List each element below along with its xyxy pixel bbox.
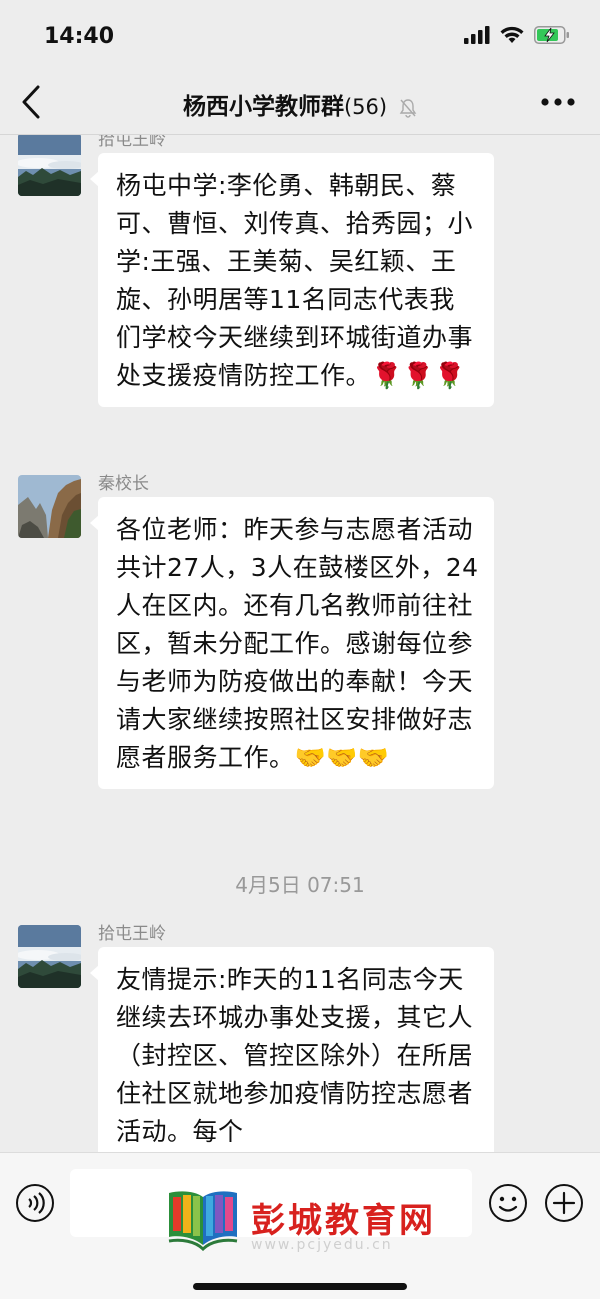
message-timestamp: 4月5日 07:51 bbox=[235, 873, 365, 897]
landscape-avatar-image bbox=[18, 925, 81, 988]
message-text: 友情提示:昨天的11名同志今天继续去环城办事处支援，其它人（封控区、管控区除外）… bbox=[116, 965, 474, 1146]
home-indicator[interactable] bbox=[193, 1283, 407, 1290]
signal-icon bbox=[464, 26, 490, 44]
wifi-icon bbox=[500, 26, 524, 43]
message-bubble[interactable]: 各位老师：昨天参与志愿者活动共计27人，3人在鼓楼区外，24人在区内。还有几名教… bbox=[90, 497, 494, 789]
avatar[interactable] bbox=[18, 135, 81, 196]
bell-off-icon bbox=[399, 98, 417, 118]
more-icon bbox=[541, 98, 575, 106]
book-logo-icon bbox=[168, 1191, 238, 1252]
voice-button[interactable] bbox=[15, 1183, 55, 1223]
message-bubble[interactable]: 杨屯中学:李伦勇、韩朝民、蔡可、曹恒、刘传真、拾秀园；小学:王强、王美菊、吴红颖… bbox=[90, 153, 494, 407]
sender-name: 拾屯王岭 bbox=[98, 135, 166, 150]
avatar[interactable] bbox=[18, 475, 81, 538]
chat-title: 杨西小学教师群(56) bbox=[0, 87, 600, 121]
plus-icon bbox=[545, 1184, 583, 1222]
emoji-icon bbox=[489, 1184, 527, 1222]
more-button[interactable] bbox=[538, 88, 578, 116]
avatar[interactable] bbox=[18, 925, 81, 988]
watermark-site-name: 彭城教育网 bbox=[251, 1201, 436, 1241]
landscape-avatar-image bbox=[18, 135, 81, 196]
watermark-url: www.pcjyedu.cn bbox=[251, 1237, 393, 1253]
message-text: 杨屯中学:李伦勇、韩朝民、蔡可、曹恒、刘传真、拾秀园；小学:王强、王美菊、吴红颖… bbox=[116, 171, 474, 390]
sender-name: 拾屯王岭 bbox=[98, 924, 166, 944]
battery-charging-icon bbox=[534, 26, 569, 44]
site-watermark: 彭城教育网 www.pcjyedu.cn bbox=[165, 1187, 445, 1253]
message-text: 各位老师：昨天参与志愿者活动共计27人，3人在鼓楼区外，24人在区内。还有几名教… bbox=[116, 515, 479, 772]
status-bar: 14:40 bbox=[0, 0, 600, 70]
voice-icon bbox=[16, 1184, 54, 1222]
group-name: 杨西小学教师群 bbox=[182, 94, 344, 120]
member-count: (56) bbox=[343, 95, 388, 119]
emoji-button[interactable] bbox=[488, 1183, 528, 1223]
message-bubble[interactable]: 友情提示:昨天的11名同志今天继续去环城办事处支援，其它人（封控区、管控区除外）… bbox=[90, 947, 494, 1152]
status-time: 14:40 bbox=[44, 24, 115, 49]
nav-bar: 杨西小学教师群(56) bbox=[0, 70, 600, 135]
status-icons bbox=[464, 26, 570, 44]
mountain-avatar-image bbox=[18, 475, 81, 538]
input-bar: 彭城教育网 www.pcjyedu.cn bbox=[0, 1152, 600, 1299]
sender-name: 秦校长 bbox=[98, 474, 149, 494]
chat-area[interactable]: 拾屯王岭 杨屯中学:李伦勇、韩朝民、蔡可、曹恒、刘传真、拾秀园；小学:王强、王美… bbox=[0, 135, 600, 1152]
plus-button[interactable] bbox=[544, 1183, 584, 1223]
